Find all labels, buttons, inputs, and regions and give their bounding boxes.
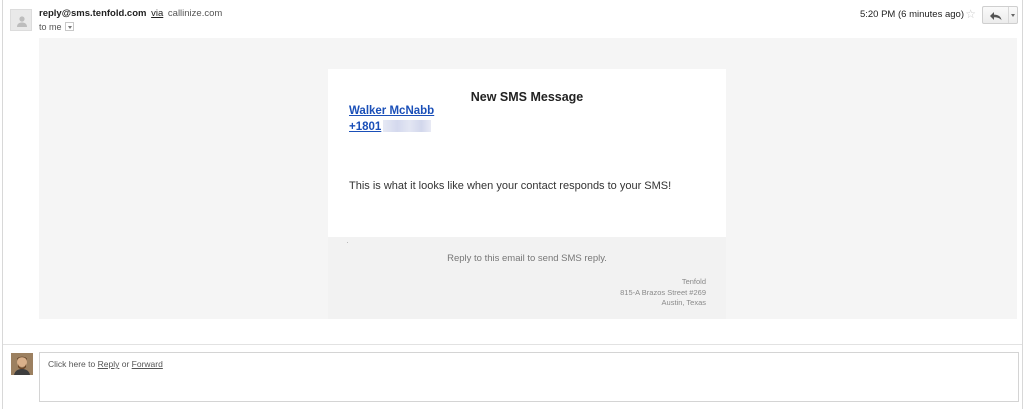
person-avatar-icon (17, 16, 27, 27)
sms-message-text: This is what it looks like when your con… (349, 180, 672, 192)
reply-link[interactable]: Reply (98, 359, 120, 369)
from-line: reply@sms.tenfold.com via callinize.com (39, 8, 222, 19)
timestamp[interactable]: 5:20 PM (6 minutes ago) (860, 9, 964, 20)
reply-arrow-icon (990, 12, 1002, 21)
footer-divider-dot (347, 242, 348, 243)
user-avatar (11, 353, 33, 375)
company-address: Tenfold 815-A Brazos Street #269 Austin,… (620, 277, 706, 309)
reply-hint-text: Reply to this email to send SMS reply. (447, 253, 607, 264)
company-city: Austin, Texas (661, 298, 706, 307)
reply-prompt-or: or (121, 359, 130, 369)
sender-address[interactable]: reply@sms.tenfold.com (39, 8, 146, 19)
recipient-line: to me (39, 22, 74, 32)
star-icon[interactable]: ☆ (965, 7, 976, 21)
reply-composer[interactable]: Click here to Reply or Forward (39, 352, 1019, 402)
via-link[interactable]: via (151, 8, 163, 19)
card-title: New SMS Message (470, 90, 584, 104)
reply-prompt: Click here to Reply or Forward (48, 359, 163, 369)
company-street: 815-A Brazos Street #269 (620, 287, 706, 297)
reply-button[interactable] (982, 6, 1018, 24)
via-domain: callinize.com (167, 8, 223, 19)
more-actions-caret[interactable] (1008, 7, 1017, 23)
forward-link[interactable]: Forward (132, 359, 163, 369)
sms-card: New SMS Message Walker McNabb +1801 This… (328, 69, 726, 237)
card-footer: Reply to this email to send SMS reply. T… (328, 237, 726, 319)
company-name: Tenfold (681, 277, 706, 286)
user-photo-icon (11, 353, 33, 375)
contact-phone-link[interactable]: +1801 (349, 120, 432, 133)
phone-redaction (383, 120, 432, 132)
divider (3, 344, 1022, 345)
reply-prompt-prefix: Click here to (48, 359, 96, 369)
dropdown-caret-icon[interactable] (64, 22, 74, 31)
email-header: reply@sms.tenfold.com via callinize.com … (10, 6, 1020, 36)
contact-name-link[interactable]: Walker McNabb (349, 105, 434, 117)
contact-phone-text: +1801 (349, 121, 382, 133)
sender-avatar (10, 9, 32, 31)
recipient-label: to me (39, 22, 62, 32)
